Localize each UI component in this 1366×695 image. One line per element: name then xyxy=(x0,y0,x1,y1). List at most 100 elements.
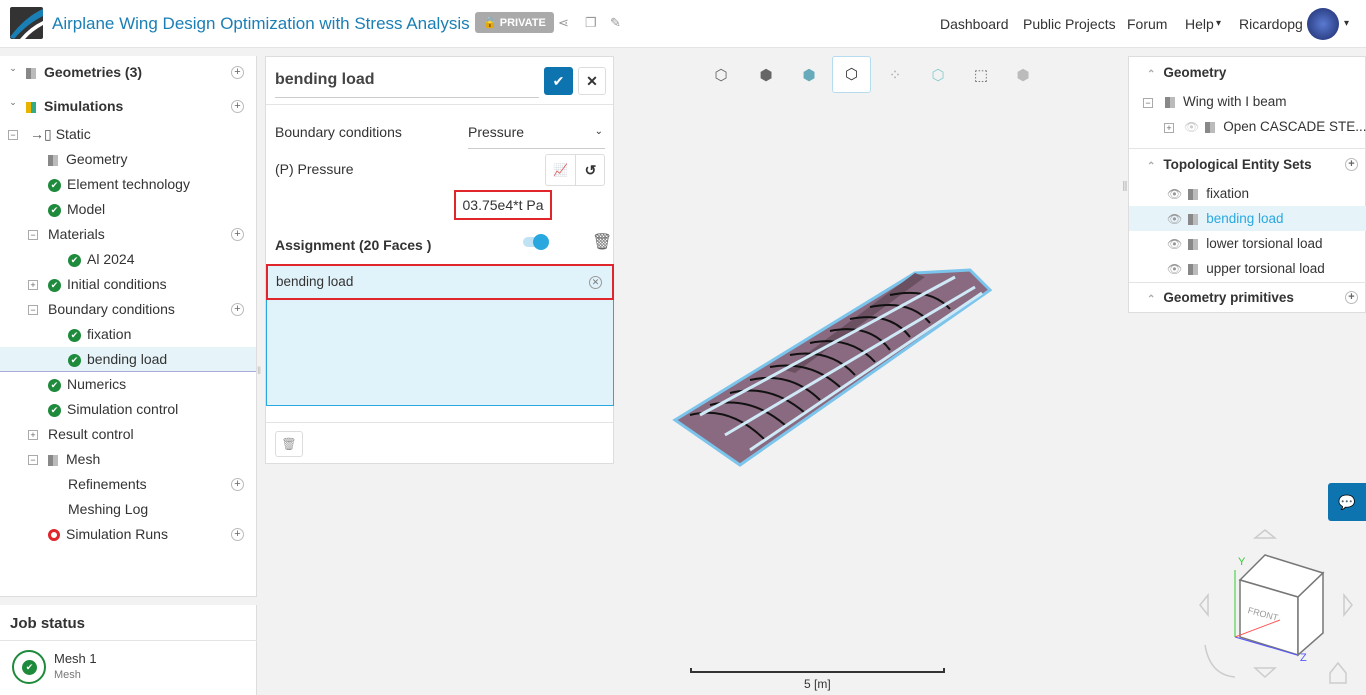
remove-icon[interactable]: ✕ xyxy=(589,276,602,289)
eye-icon: 👁 xyxy=(1184,120,1200,134)
eye-icon[interactable]: 👁 xyxy=(1167,187,1182,201)
tes-item[interactable]: 👁 bending load xyxy=(1129,206,1366,231)
collapse-icon[interactable]: − xyxy=(28,455,38,465)
tree-item-label: Model xyxy=(67,201,106,217)
private-badge[interactable]: 🔒 PRIVATE xyxy=(475,12,554,33)
add-icon[interactable]: + xyxy=(231,478,244,491)
eye-icon[interactable]: 👁 xyxy=(1167,212,1182,226)
tree-item[interactable]: Geometry xyxy=(0,147,256,172)
view-surface-edges-icon[interactable]: ⬡ xyxy=(832,56,871,93)
add-icon[interactable]: + xyxy=(231,228,244,241)
geometry-title: Geometry xyxy=(1163,65,1227,80)
chart-icon[interactable]: 📈 xyxy=(546,155,576,185)
delete-button[interactable]: 🗑 xyxy=(275,431,303,457)
geometry-child-item[interactable]: + 👁 Open CASCADE STE... xyxy=(1129,114,1366,139)
share-icon[interactable]: ⋖ xyxy=(558,15,569,31)
view-surface-icon[interactable]: ⬢ xyxy=(798,66,820,86)
confirm-button[interactable]: ✔ xyxy=(544,67,573,95)
tes-item[interactable]: 👁 fixation xyxy=(1129,181,1366,206)
eye-icon[interactable]: 👁 xyxy=(1167,237,1182,251)
user-name[interactable]: Ricardopg xyxy=(1239,16,1303,32)
nav-public-projects[interactable]: Public Projects xyxy=(1023,16,1116,32)
job-name[interactable]: Mesh 1 xyxy=(54,651,97,666)
avatar[interactable] xyxy=(1307,8,1339,40)
copy-icon[interactable]: ❐ xyxy=(585,15,597,31)
view-points-icon[interactable]: ⁘ xyxy=(884,66,906,86)
orientation-cube[interactable]: Y Z FRONT xyxy=(1195,525,1366,695)
assignment-toggle[interactable] xyxy=(523,234,549,250)
tree-item-label: Initial conditions xyxy=(67,276,167,292)
check-icon: ✔ xyxy=(68,253,81,267)
tree-item-label: Simulations xyxy=(44,98,124,114)
name-input[interactable]: bending load xyxy=(275,71,539,98)
rotate-up-icon xyxy=(1252,529,1278,539)
app-logo[interactable] xyxy=(10,7,43,39)
sidebar-resize-handle[interactable]: ‖ xyxy=(257,366,261,377)
tree-item-label: Geometries (3) xyxy=(44,64,143,80)
tes-item[interactable]: 👁 lower torsional load xyxy=(1129,231,1366,256)
tree-item[interactable]: + ✔ Initial conditions xyxy=(0,272,256,297)
add-icon[interactable]: + xyxy=(231,100,244,113)
tree-item[interactable]: ✔ Numerics xyxy=(0,372,256,397)
tree-item[interactable]: − Boundary conditions + xyxy=(0,297,256,322)
tree-item[interactable]: ✔ Simulation control xyxy=(0,397,256,422)
check-icon: ✔ xyxy=(48,403,61,417)
primitives-section-header[interactable]: ⌃ Geometry primitives + xyxy=(1129,285,1366,310)
tree-item[interactable]: ✔ Element technology xyxy=(0,172,256,197)
trash-icon[interactable]: 🗑 xyxy=(592,232,612,252)
panel-resize-handle[interactable]: ‖ xyxy=(1122,178,1128,194)
pressure-value-input[interactable]: 03.75e4*t Pa xyxy=(454,190,552,220)
close-button[interactable]: ✕ xyxy=(578,67,606,95)
eye-icon[interactable]: 👁 xyxy=(1167,262,1182,276)
tree-item[interactable]: ⌄ Simulations + xyxy=(0,94,256,119)
face-set-icon xyxy=(1188,188,1199,200)
wing-model[interactable] xyxy=(670,265,1000,470)
tes-section-header[interactable]: ⌃ Topological Entity Sets + xyxy=(1129,152,1366,177)
reset-icon[interactable]: ↺ xyxy=(576,155,605,185)
tree-item[interactable]: − Materials + xyxy=(0,222,256,247)
bc-type-select[interactable]: Pressure ⌄ xyxy=(468,117,605,149)
add-icon[interactable]: + xyxy=(231,303,244,316)
add-icon[interactable]: + xyxy=(231,66,244,79)
chat-icon[interactable]: 💬 xyxy=(1328,483,1366,521)
tree-item[interactable]: − Mesh xyxy=(0,447,256,472)
nav-help[interactable]: Help xyxy=(1185,16,1214,32)
chevron-down-icon: ⌄ xyxy=(594,126,603,137)
tree-item[interactable]: Simulation Runs + xyxy=(0,522,256,547)
collapse-icon[interactable]: − xyxy=(8,130,18,140)
view-wireframe-icon[interactable]: ⬡ xyxy=(710,66,732,86)
tree-item[interactable]: Refinements + xyxy=(0,472,256,497)
chevron-down-icon[interactable]: ⌄ xyxy=(8,98,18,108)
edit-icon[interactable]: ✎ xyxy=(610,15,621,31)
tree-item[interactable]: ✔ fixation xyxy=(0,322,256,347)
view-transparent-icon[interactable]: ⬡ xyxy=(927,66,949,86)
chevron-down-icon[interactable]: ▾ xyxy=(1216,18,1221,29)
tree-item[interactable]: + Result control xyxy=(0,422,256,447)
geometry-root-item[interactable]: − Wing with I beam xyxy=(1129,89,1366,114)
expand-icon[interactable]: + xyxy=(28,430,38,440)
tree-item[interactable]: − →▯ Static xyxy=(0,122,256,147)
chevron-down-icon[interactable]: ▾ xyxy=(1344,18,1349,29)
chevron-down-icon[interactable]: ⌄ xyxy=(8,64,18,74)
geometry-section-header[interactable]: ⌃ Geometry xyxy=(1129,60,1366,85)
tree-item[interactable]: ⌄ Geometries (3) + xyxy=(0,60,256,85)
collapse-icon[interactable]: − xyxy=(28,230,38,240)
resize-handle[interactable] xyxy=(0,596,257,604)
nav-forum[interactable]: Forum xyxy=(1127,16,1167,32)
rotate-down-icon xyxy=(1253,667,1277,679)
view-solid-icon[interactable]: ⬢ xyxy=(755,66,777,86)
collapse-icon[interactable]: − xyxy=(28,305,38,315)
nav-dashboard[interactable]: Dashboard xyxy=(940,16,1009,32)
tree-item[interactable]: Meshing Log xyxy=(0,497,256,522)
assigned-item[interactable]: bending load ✕ xyxy=(266,264,614,300)
add-icon[interactable]: + xyxy=(231,528,244,541)
tree-item[interactable]: ✔ Al 2024 xyxy=(0,247,256,272)
box-select-icon[interactable]: ⬚ xyxy=(970,66,992,86)
tree-item-label: Simulation Runs xyxy=(66,526,168,542)
expand-icon[interactable]: + xyxy=(28,280,38,290)
tes-item[interactable]: 👁 upper torsional load xyxy=(1129,256,1366,281)
tree-item[interactable]: ✔ bending load xyxy=(0,347,256,372)
tree-item[interactable]: ✔ Model xyxy=(0,197,256,222)
face-set-icon xyxy=(1188,213,1199,225)
explode-icon[interactable]: ⬢ xyxy=(1012,66,1034,86)
